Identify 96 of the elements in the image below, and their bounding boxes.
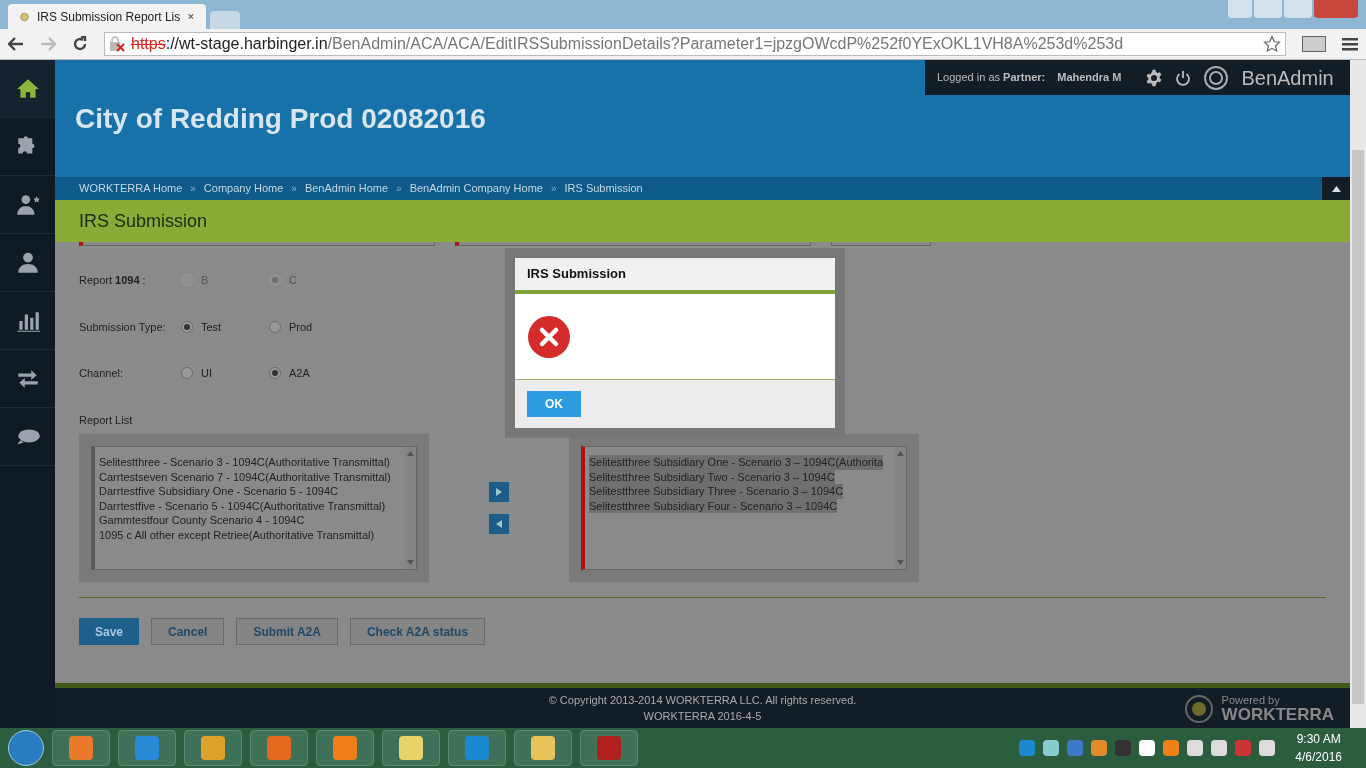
move-left-button[interactable] <box>489 514 509 534</box>
breadcrumb-link[interactable]: WORKTERRA Home <box>79 180 183 197</box>
menu-icon[interactable] <box>1342 37 1358 51</box>
radio-button[interactable] <box>181 367 193 380</box>
radio-button[interactable] <box>181 320 193 333</box>
field-label: Submission Type: <box>79 319 167 335</box>
action-button[interactable]: Save <box>79 618 140 645</box>
close-icon[interactable] <box>188 12 194 21</box>
up-caret-icon <box>1331 185 1341 192</box>
version-text: WORKTERRA 2016-4-5 <box>643 709 762 724</box>
settings-icon[interactable] <box>1145 68 1164 87</box>
extension-icon[interactable] <box>1302 36 1326 52</box>
breadcrumb-separator: » <box>396 182 402 196</box>
input-field[interactable] <box>79 242 435 246</box>
list-option[interactable]: 1095 c All other except Retriee(Authoritative Transmittal) <box>99 527 375 542</box>
url-path: /BenAdmin/ACA/ACA/EditIRSSubmissionDetails?Parameter1=jpzgOWcdP%252f0YExOKL1VH8A%253d%253d <box>327 34 1124 54</box>
forward-arrow-icon[interactable] <box>40 37 56 51</box>
list-option[interactable]: Selitestthree - Scenario 3 - 1094C(Authoritative Transmittal) <box>99 455 391 470</box>
footer-brand: WORKTERRA <box>1221 706 1334 723</box>
list-box[interactable] <box>581 446 907 570</box>
report-list-label: Report List <box>79 412 134 428</box>
taskbar-app-button[interactable] <box>580 730 638 766</box>
taskbar-app-button[interactable] <box>52 730 110 766</box>
clock-time: 9:30 AM <box>1296 731 1341 748</box>
power-icon[interactable] <box>1175 69 1192 86</box>
breadcrumb-separator: » <box>190 182 196 196</box>
up-arrow-icon <box>896 451 904 456</box>
tray-icon[interactable] <box>1259 740 1276 756</box>
right-triangle-icon <box>496 488 502 496</box>
input-field[interactable] <box>831 242 931 246</box>
taskbar-app-button[interactable] <box>250 730 308 766</box>
dialog-title: IRS Submission <box>527 265 626 284</box>
copyright-text: © Copyright 2013-2014 WORKTERRA LLC. All rights reserved. <box>548 692 857 708</box>
logged-in-label: Logged in as Partner: <box>937 70 1046 86</box>
user-name: Mahendra M <box>1057 70 1122 86</box>
list-box[interactable] <box>91 446 417 570</box>
powered-by-text: Powered by <box>1221 695 1281 706</box>
page-title: IRS Submission <box>79 209 208 233</box>
url-host: ://wt-stage.harbinger.in <box>165 34 328 54</box>
tab-title: IRS Submission Report Lis <box>36 8 181 26</box>
taskbar-app-button[interactable] <box>184 730 242 766</box>
list-option[interactable]: Gammtestfour County Scenario 4 - 1094C <box>99 513 305 528</box>
radio-label: UI <box>201 366 212 381</box>
move-right-button[interactable] <box>489 482 509 502</box>
list-option[interactable]: Darrtestfive Subsidiary One - Scenario 5 - 1094C <box>99 484 339 499</box>
tray-icon[interactable] <box>1043 740 1060 756</box>
down-arrow-icon <box>896 560 904 565</box>
radio-button[interactable] <box>269 320 281 333</box>
taskbar-app-button[interactable] <box>316 730 374 766</box>
brand-logo-icon <box>1203 64 1230 91</box>
radio-label: Prod <box>289 319 313 335</box>
field-label: Report 1094 : <box>79 273 147 288</box>
sidebar-item[interactable] <box>0 60 55 118</box>
company-title: City of Redding Prod 02082016 <box>75 101 486 136</box>
breadcrumb-link[interactable]: BenAdmin Company Home <box>409 180 543 197</box>
breadcrumb-link[interactable]: BenAdmin Home <box>304 180 389 197</box>
address-field[interactable]: https://wt-stage.harbinger.in/BenAdmin/ACA/ACA/EditIRSSubmissionDetails?Parameter1=jpzgOWcdP%252f0YExOKL1VH8A%253d%253d <box>104 32 1286 56</box>
list-option[interactable]: Selitestthree Subsidiary Three - Scenario 3 – 1094C <box>589 484 844 499</box>
list-option[interactable]: Carrtestseven Scenario 7 - 1094C(Authoritative Transmittal) <box>99 469 391 484</box>
back-arrow-icon[interactable] <box>8 37 24 51</box>
url-scheme: https <box>131 34 166 54</box>
insecure-lock-icon <box>109 36 127 52</box>
brand-name: BenAdmin <box>1241 65 1334 91</box>
scrollbar[interactable] <box>894 447 906 569</box>
list-option[interactable]: Darrtestfive - Scenario 5 - 1094C(Authoritative Transmittal) <box>99 498 386 513</box>
radio-button[interactable] <box>269 367 281 380</box>
action-button[interactable]: Submit A2A <box>236 618 338 645</box>
page-scrollbar[interactable] <box>1350 60 1366 728</box>
tray-icon[interactable] <box>1139 740 1156 756</box>
field-label: Channel: <box>79 366 125 381</box>
breadcrumb-link[interactable]: Company Home <box>203 180 284 197</box>
ok-button[interactable]: OK <box>527 391 581 417</box>
brand-logo-icon <box>1183 694 1214 724</box>
star-icon[interactable] <box>1263 35 1281 53</box>
browser-tab[interactable]: IRS Submission Report Lis <box>8 4 206 29</box>
radio-label: Test <box>201 319 222 335</box>
taskbar-app-button[interactable] <box>514 730 572 766</box>
tray-icon[interactable] <box>1211 740 1228 756</box>
radio-label: A2A <box>289 366 310 381</box>
action-button[interactable]: Check A2A status <box>349 618 486 645</box>
action-button[interactable]: Cancel <box>151 618 225 645</box>
reload-icon[interactable] <box>72 36 88 52</box>
tray-icon[interactable] <box>1187 740 1204 756</box>
breadcrumb-separator: » <box>550 182 557 196</box>
collapse-button[interactable] <box>1322 177 1350 200</box>
left-triangle-icon <box>496 520 502 528</box>
list-option[interactable]: Selitestthree Subsidiary One - Scenario 3 – 1094C(Authorita <box>589 455 884 470</box>
breadcrumb-link[interactable]: IRS Submission <box>564 180 643 197</box>
scrollbar[interactable] <box>404 447 416 569</box>
error-icon <box>527 314 571 359</box>
breadcrumb-separator: » <box>291 182 297 196</box>
start-button[interactable] <box>8 730 44 766</box>
taskbar-app-button[interactable] <box>382 730 440 766</box>
up-arrow-icon <box>406 451 414 456</box>
down-arrow-icon <box>406 560 414 565</box>
clock-date: 4/6/2016 <box>1295 749 1342 766</box>
